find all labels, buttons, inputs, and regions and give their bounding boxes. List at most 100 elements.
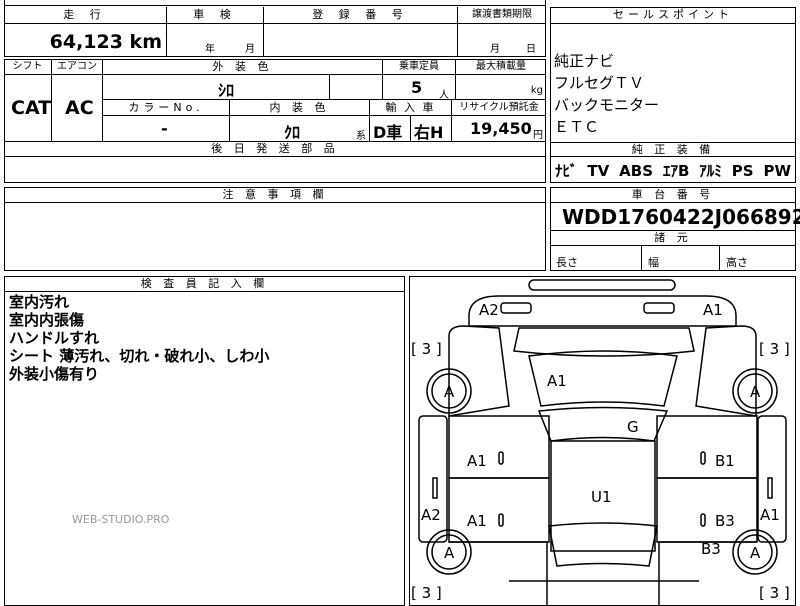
tire-tread-front-left: [ 3 ] <box>411 340 442 358</box>
right-headlight-shape <box>643 302 675 314</box>
recycle-unit: 円 <box>533 130 543 141</box>
left-front-door-shape <box>448 415 550 479</box>
inspector-note-line: シート 薄汚れ、切れ・破れ小、しわ小 <box>9 347 270 365</box>
rear-quarter-left-shape <box>449 541 548 606</box>
interior-color-value: ｸﾛ <box>284 123 301 142</box>
equipment-ps: PS <box>731 161 754 180</box>
shift-value: CAT <box>11 97 52 119</box>
sales-points-list: 純正ナビ フルセグＴＶ バックモニター ＥＴＣ <box>554 50 659 138</box>
inspection-month-label: 月 <box>245 44 255 55</box>
seating-value: 5 <box>411 78 423 97</box>
door-handle-shape <box>498 513 504 527</box>
inspector-note-line: 室内内張傷 <box>9 311 85 329</box>
mark-left-rear-door: A1 <box>467 512 487 530</box>
mark-right-rear-lower: B3 <box>701 540 721 558</box>
chassis-header: 車 台 番 号 <box>550 187 796 203</box>
equipment-tv: TV <box>587 161 610 180</box>
mark-right-front-door: B1 <box>715 452 735 470</box>
left-headlight-shape <box>500 302 532 314</box>
import-side-value: 右H <box>414 123 444 142</box>
mark-right-rear-panel: A1 <box>760 506 780 524</box>
inspection-header: 車 検 <box>167 7 264 24</box>
width-cell: 幅 <box>642 246 720 271</box>
shift-value-cell: CAT <box>4 75 52 142</box>
height-cell: 高さ <box>726 256 748 269</box>
wheel-front-right-mark: A <box>750 383 761 401</box>
sales-point-item: 純正ナビ <box>554 52 615 70</box>
color-no-value-cell: - <box>103 116 230 142</box>
inspection-year-label: 年 <box>205 44 215 55</box>
max-load-header: 最大積載量 <box>456 59 546 75</box>
interior-color-suffix: 系 <box>356 131 366 142</box>
mark-right-rear-door: B3 <box>715 512 735 530</box>
mileage-value: 64,123 km <box>49 31 162 53</box>
right-rear-door-shape <box>656 477 758 543</box>
import-d-cell: D車 <box>370 116 411 142</box>
sales-point-item: ＥＴＣ <box>554 118 600 136</box>
mileage-header: 走 行 <box>4 7 167 24</box>
interior-color-value-cell: ｸﾛ 系 <box>230 116 370 142</box>
later-parts-header: 後 日 発 送 部 品 <box>4 142 546 157</box>
equipment-airbag: ｴｱB <box>662 162 690 180</box>
rear-window-shape <box>548 522 658 567</box>
inspector-note-line: ハンドルすれ <box>9 329 100 347</box>
inspector-notes: 室内汚れ 室内内張傷 ハンドルすれ シート 薄汚れ、切れ・破れ小、しわ小 外装小… <box>9 293 269 383</box>
exterior-color-extra-cell <box>330 75 383 100</box>
registration-header: 登 録 番 号 <box>264 7 458 24</box>
mark-left-front-door: A1 <box>467 452 487 470</box>
transfer-value-cell: 月 日 <box>458 24 546 57</box>
wheel-rear-right-mark: A <box>750 544 761 562</box>
door-handle-shape <box>498 451 504 465</box>
exterior-color-value-cell: ｼﾛ <box>103 75 330 100</box>
mark-front-left: A2 <box>479 301 499 319</box>
registration-value-cell <box>264 24 458 57</box>
inspector-note-line: 室内汚れ <box>9 293 70 311</box>
dimensions-header: 諸 元 <box>550 230 796 246</box>
exterior-color-value: ｼﾛ <box>218 81 235 100</box>
tire-tread-rear-left: [ 3 ] <box>411 584 442 602</box>
inspector-header: 検 査 員 記 入 欄 <box>4 276 405 292</box>
recycle-header: リサイクル預託金 <box>452 100 546 116</box>
transfer-month-label: 月 <box>490 44 500 55</box>
mark-left-rear-panel: A2 <box>421 506 441 524</box>
genuine-equipment-header: 純 正 装 備 <box>550 142 796 157</box>
color-no-header: カラーNo. <box>103 100 230 116</box>
recycle-value: 19,450 <box>470 119 532 138</box>
tire-tread-rear-right: [ 3 ] <box>759 584 790 602</box>
interior-color-header: 内 装 色 <box>230 100 370 116</box>
wheel-rear-left-mark: A <box>444 544 455 562</box>
exterior-color-header: 外 装 色 <box>103 59 383 75</box>
equipment-nav: ﾅﾋﾞ <box>554 162 578 180</box>
mark-trunk: U1 <box>591 488 612 506</box>
right-front-door-shape <box>656 415 758 479</box>
car-diagram: A2 A1 A1 G A1 B1 U1 A2 A1 B3 A1 B3 A A A… <box>411 279 790 606</box>
seating-header: 乗車定員 <box>383 59 456 75</box>
aircon-value: AC <box>65 97 94 119</box>
caution-header: 注 意 事 項 欄 <box>4 187 546 203</box>
right-mirror-shape <box>767 477 773 499</box>
sales-point-item: バックモニター <box>554 96 660 114</box>
chassis-number: WDD1760422J066892 <box>562 205 800 229</box>
seating-unit: 人 <box>439 90 449 101</box>
watermark: WEB-STUDIO.PRO <box>72 513 170 526</box>
seating-value-cell: 5 人 <box>383 75 456 101</box>
max-load-value-cell: kg <box>456 75 546 100</box>
aircon-header: エアコン <box>52 59 103 75</box>
wheel-front-left-mark: A <box>444 383 455 401</box>
sales-points-header: セールスポイント <box>550 7 796 24</box>
dimensions-row: 長さ 幅 高さ <box>550 246 796 271</box>
import-d-value: D車 <box>373 123 403 142</box>
roof-shape <box>537 406 669 442</box>
equipment-pw: PW <box>763 161 791 180</box>
mark-hood: A1 <box>547 372 567 390</box>
front-grille-shape <box>528 279 676 291</box>
left-rear-door-shape <box>448 477 550 543</box>
mark-front-right: A1 <box>703 301 723 319</box>
tire-tread-front-right: [ 3 ] <box>759 340 790 358</box>
door-handle-shape <box>700 513 706 527</box>
left-mirror-shape <box>432 477 438 499</box>
transfer-deadline-header: 譲渡書類期限 <box>458 7 546 24</box>
door-handle-shape <box>700 451 706 465</box>
mileage-value-cell: 64,123 km <box>4 24 167 57</box>
sales-point-item: フルセグＴＶ <box>554 74 645 92</box>
